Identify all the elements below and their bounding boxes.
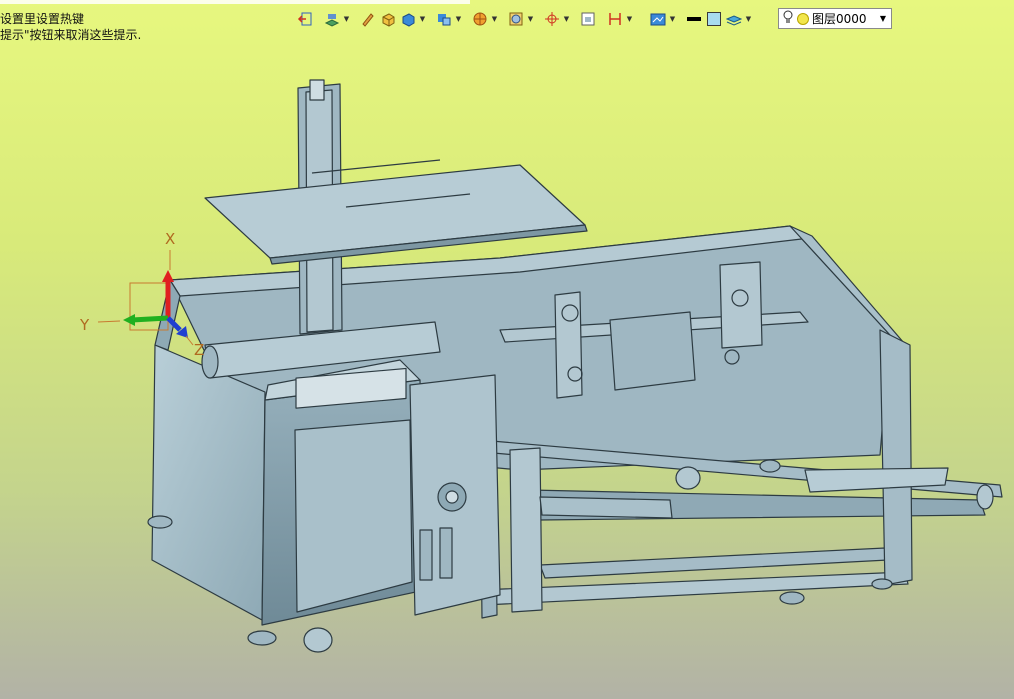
layer-select-value: 图层0000 <box>812 12 867 26</box>
section-view-dropdown[interactable]: ▼ <box>527 10 534 28</box>
display-mode-icon[interactable] <box>649 10 667 28</box>
layer-stack-icon[interactable] <box>725 10 743 28</box>
solid-box-icon[interactable] <box>379 10 397 28</box>
view-orientation-dropdown[interactable]: ▼ <box>455 10 462 28</box>
line-color-icon[interactable] <box>685 10 703 28</box>
layer-stack-dropdown[interactable]: ▼ <box>745 10 752 28</box>
render-style-dropdown[interactable]: ▼ <box>491 10 498 28</box>
dimension-icon[interactable] <box>606 10 624 28</box>
shaded-cube-dropdown[interactable]: ▼ <box>419 10 426 28</box>
axis-z-label: Z <box>194 341 204 359</box>
section-view-icon[interactable] <box>507 10 525 28</box>
axis-x-label: X <box>165 230 175 248</box>
dimension-dropdown[interactable]: ▼ <box>626 10 633 28</box>
lightbulb-icon <box>783 10 795 27</box>
render-style-icon[interactable] <box>471 10 489 28</box>
display-mode-dropdown[interactable]: ▼ <box>669 10 676 28</box>
fill-color-icon[interactable] <box>705 10 723 28</box>
axis-y-label: Y <box>79 316 90 334</box>
layer-visibility-icon <box>797 12 809 25</box>
fit-view-icon[interactable] <box>579 10 597 28</box>
shaded-cube-icon[interactable] <box>399 10 417 28</box>
layer-select[interactable]: 图层0000 ▼ <box>778 8 892 29</box>
coordinate-axis-dropdown[interactable]: ▼ <box>563 10 570 28</box>
sketch-plane-icon[interactable] <box>323 10 341 28</box>
pencil-icon[interactable] <box>359 10 377 28</box>
machine-assembly-model[interactable] <box>147 79 1003 653</box>
coordinate-axis-icon[interactable] <box>543 10 561 28</box>
view-orientation-icon[interactable] <box>435 10 453 28</box>
chevron-down-icon[interactable]: ▼ <box>880 14 886 23</box>
exit-sketch-icon[interactable] <box>296 10 314 28</box>
cad-viewport[interactable]: X Y Z <box>0 0 1014 699</box>
view-toolbar: ▼ ▼ ▼ ▼ ▼ ▼ ▼ ▼ ▼ <box>296 7 752 31</box>
sketch-plane-dropdown[interactable]: ▼ <box>343 10 350 28</box>
